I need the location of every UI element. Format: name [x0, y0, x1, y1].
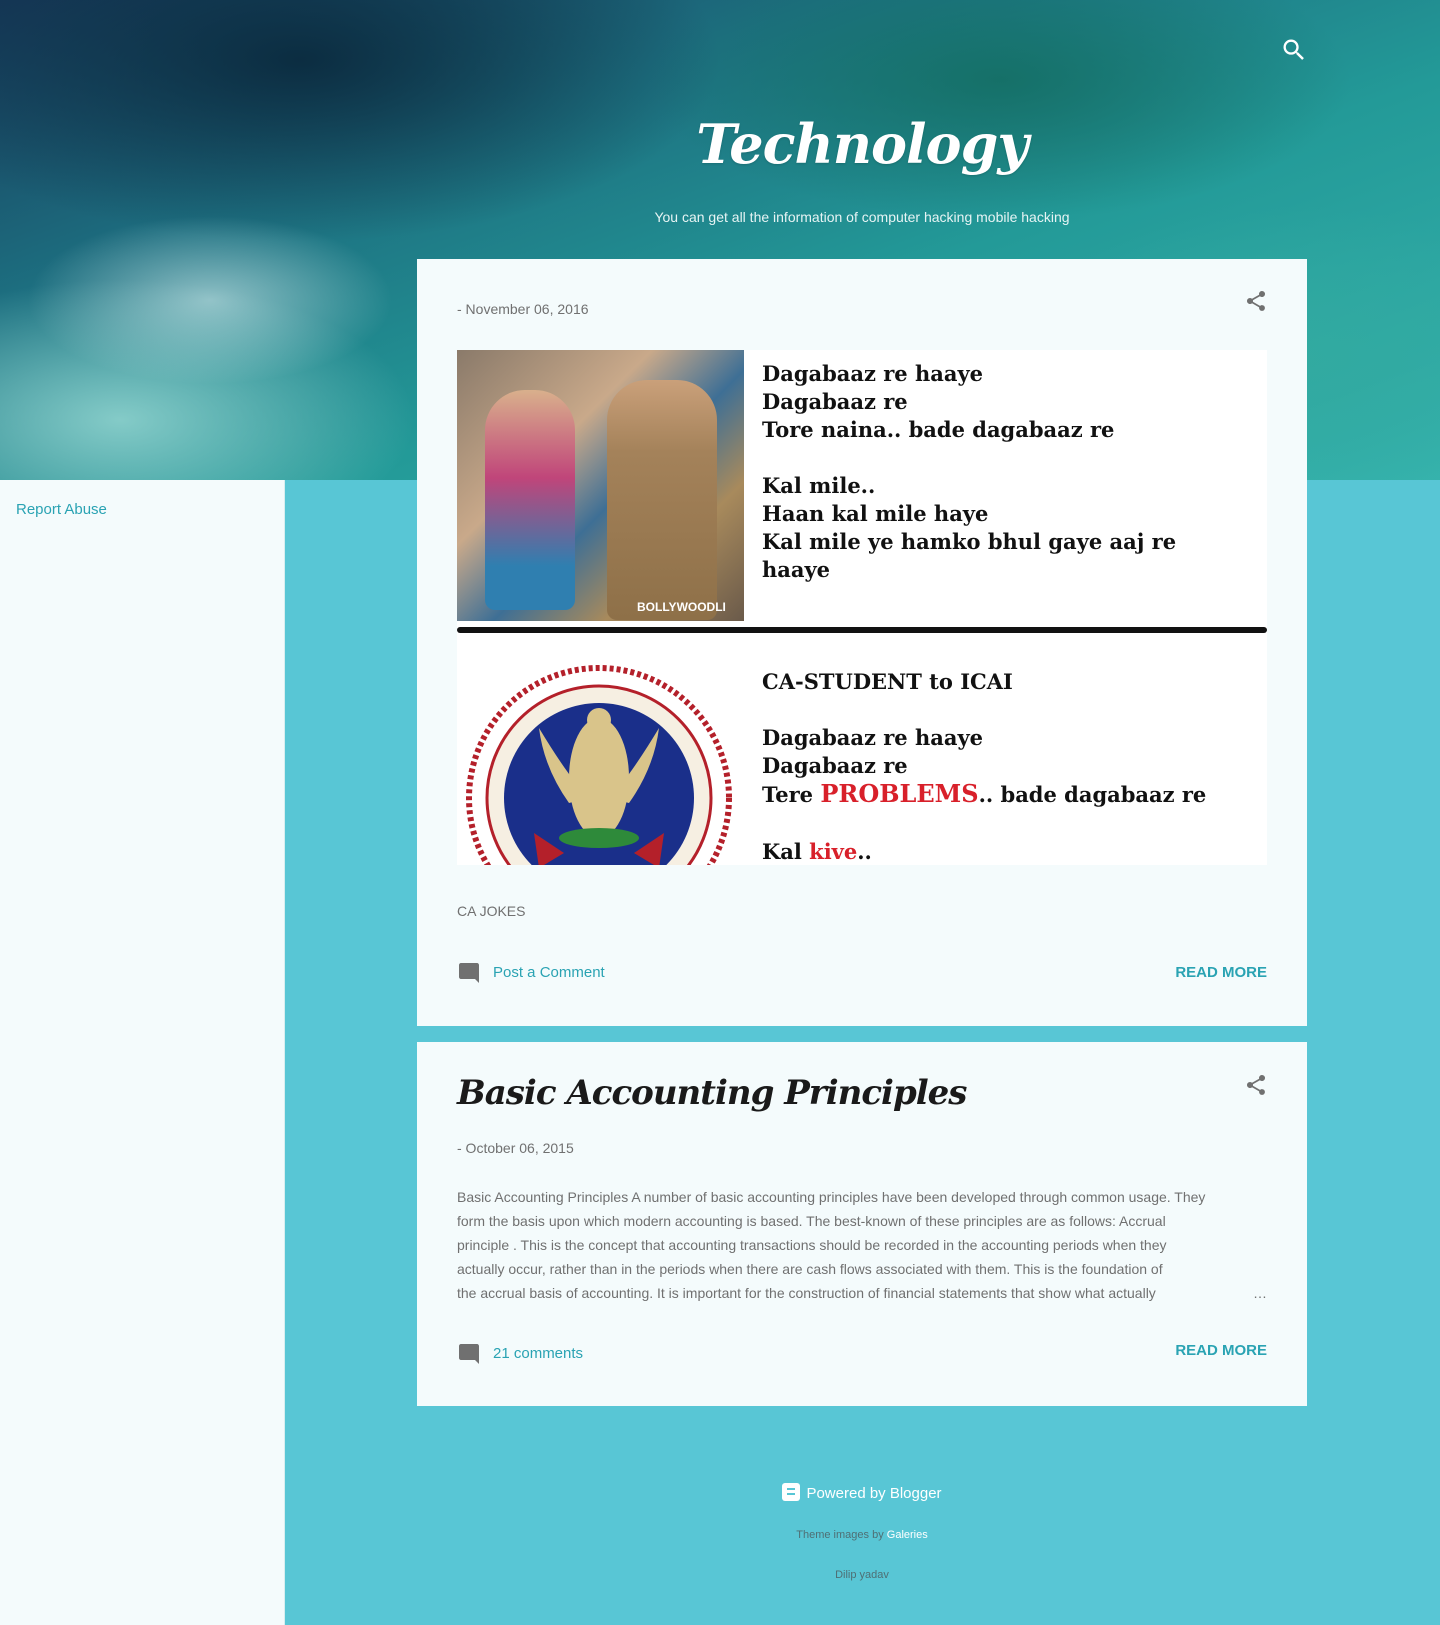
panel2-line-2: Dagabaaz re — [762, 753, 908, 778]
post-card: - November 06, 2016 BOLLYWOODLI Dagabaaz… — [417, 259, 1307, 1026]
post-title[interactable]: Basic Accounting Principles — [457, 1073, 967, 1113]
post-snippet: CA JOKES — [457, 903, 526, 919]
panel2-heading: CA-STUDENT to ICAI — [762, 669, 1013, 694]
panel1-line-5: Kal mile.. — [762, 473, 876, 498]
post-date[interactable]: - November 06, 2016 — [457, 301, 589, 317]
post-date[interactable]: - October 06, 2015 — [457, 1140, 574, 1156]
panel2-line-4-suffix: .. — [857, 839, 872, 864]
panel2-line-1: Dagabaaz re haaye — [762, 725, 984, 750]
post-comment-label: Post a Comment — [493, 964, 605, 981]
panel2-line-3-suffix: .. bade dagabaaz re — [978, 782, 1207, 807]
panel1-line-3: Tore naina.. bade dagabaaz re — [762, 417, 1115, 442]
blog-description: You can get all the information of compu… — [654, 209, 1070, 225]
post-card: Basic Accounting Principles - October 06… — [417, 1042, 1307, 1406]
movie-still: BOLLYWOODLI — [457, 350, 744, 621]
panel1-line-2: Dagabaaz re — [762, 389, 908, 414]
post-comment-link[interactable]: 21 comments — [457, 1342, 657, 1366]
panel2-line-3-prefix: Tere — [762, 782, 821, 807]
read-more-button[interactable]: READ MORE — [1175, 1342, 1267, 1359]
post-image[interactable]: BOLLYWOODLI Dagabaaz re haaye Dagabaaz r… — [457, 350, 1267, 865]
sidebar — [0, 480, 285, 1625]
post-comment-label: 21 comments — [493, 1345, 584, 1362]
theme-credit: Theme images by Galeries — [0, 1529, 1440, 1541]
author-attribution: Dilip yadav — [835, 1569, 889, 1581]
blogger-logo-icon — [782, 1483, 801, 1501]
snippet-line: actually occur, rather than in the perio… — [457, 1261, 1163, 1277]
panel1-line-7: Kal mile ye hamko bhul gaye aaj re — [762, 529, 1177, 554]
snippet-line: the accrual basis of accounting. It is i… — [457, 1285, 1156, 1301]
report-abuse-link[interactable]: Report Abuse — [16, 501, 107, 518]
read-more-button[interactable]: READ MORE — [1175, 964, 1267, 981]
icai-emblem — [459, 648, 739, 865]
panel2-line-4: Kal kive.. — [762, 838, 872, 865]
theme-credit-prefix: Theme images by — [796, 1529, 884, 1541]
snippet-line: form the basis upon which modern account… — [457, 1213, 1166, 1229]
panel1-line-1: Dagabaaz re haaye — [762, 361, 984, 386]
panel2-line-3: Tere PROBLEMS.. bade dagabaaz re — [762, 780, 1206, 809]
powered-by-blogger[interactable]: Powered by Blogger — [0, 1483, 1440, 1502]
panel1-line-8: haaye — [762, 557, 831, 582]
post-snippet: Basic Accounting Principles A number of … — [457, 1185, 1267, 1305]
panel2-highlight-kive: kive — [809, 839, 858, 864]
powered-by-label: Powered by Blogger — [806, 1485, 942, 1502]
panel1-watermark: BOLLYWOODLI — [637, 600, 726, 614]
comment-icon — [459, 1344, 479, 1364]
theme-credit-link[interactable]: Galeries — [887, 1529, 928, 1541]
snippet-ellipsis: … — [1253, 1285, 1267, 1301]
snippet-line: principle . This is the concept that acc… — [457, 1237, 1167, 1253]
share-icon[interactable] — [1244, 1073, 1268, 1097]
comment-icon — [459, 963, 479, 983]
panel2-line-4-prefix: Kal — [762, 839, 810, 864]
panel1-line-6: Haan kal mile haye — [762, 501, 989, 526]
panel2-highlight-problems: PROBLEMS — [820, 779, 979, 808]
snippet-line: Basic Accounting Principles A number of … — [457, 1189, 1206, 1205]
blog-title[interactable]: Technology — [0, 112, 1440, 176]
post-comment-link[interactable]: Post a Comment — [457, 961, 657, 985]
divider — [457, 627, 1267, 633]
share-icon[interactable] — [1244, 289, 1268, 313]
search-icon[interactable] — [1280, 36, 1308, 64]
